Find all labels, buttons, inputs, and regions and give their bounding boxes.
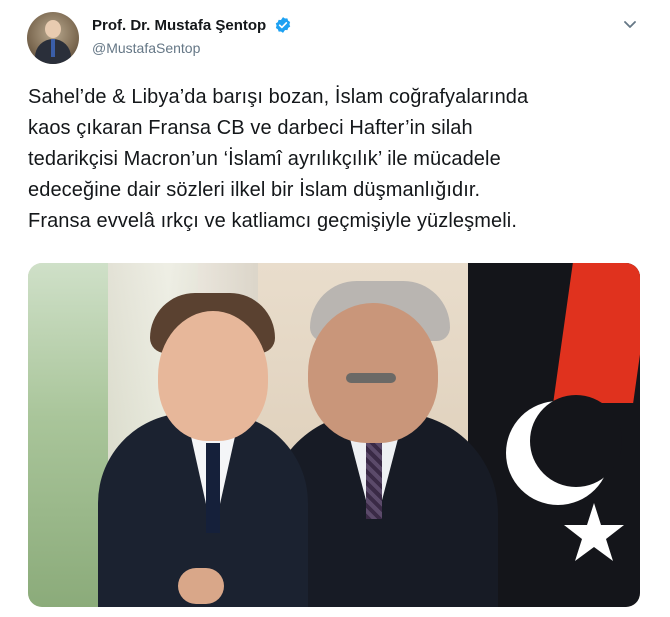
person-right-mustache [346, 373, 396, 383]
tweet-text: Sahel’de & Libya’da barışı bozan, İslam … [28, 82, 648, 237]
chevron-down-icon[interactable] [622, 16, 638, 32]
author-avatar[interactable] [27, 12, 79, 64]
tweet-card: Prof. Dr. Mustafa Şentop @MustafaSentop … [0, 0, 670, 617]
avatar-figure-tie [51, 39, 55, 57]
person-right-tie [366, 439, 382, 519]
tweet-photo[interactable] [28, 263, 640, 607]
tweet-text-line: kaos çıkaran Fransa CB ve darbeci Hafter… [28, 117, 473, 139]
verified-badge-icon [275, 17, 291, 33]
avatar-figure-head [45, 20, 61, 38]
person-hand [178, 568, 224, 604]
person-left-tie [206, 443, 220, 533]
tweet-text-line: tedarikçisi Macron’un ‘İslamî ayrılıkçıl… [28, 148, 501, 170]
tweet-text-line: Fransa evvelâ ırkçı ve katliamcı geçmişi… [28, 210, 517, 232]
person-left-face [158, 311, 268, 441]
tweet-text-line: Sahel’de & Libya’da barışı bozan, İslam … [28, 86, 529, 108]
author-handle[interactable]: @MustafaSentop [92, 40, 200, 56]
tweet-text-line: edeceğine dair sözleri ilkel bir İslam d… [28, 179, 481, 201]
author-name[interactable]: Prof. Dr. Mustafa Şentop [92, 17, 266, 34]
